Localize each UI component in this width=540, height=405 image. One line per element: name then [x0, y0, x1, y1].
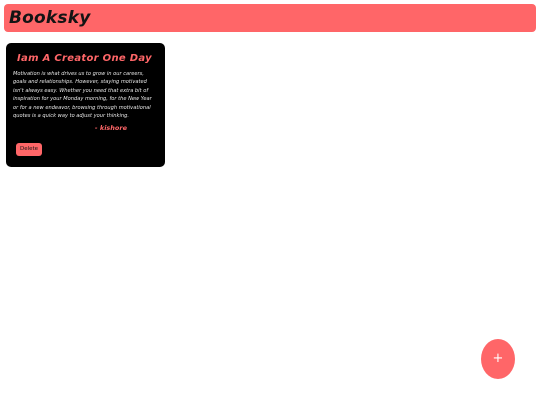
add-note-button[interactable]: +	[481, 339, 515, 379]
app-header: Booksky	[4, 4, 536, 32]
note-body: Motivation is what drives us to grow in …	[13, 71, 152, 120]
app-title: Booksky	[9, 8, 91, 28]
note-card: Iam A Creator One Day Motivation is what…	[6, 43, 165, 167]
delete-button[interactable]: Delete	[16, 143, 43, 156]
note-author: - kishore	[94, 124, 127, 133]
app-root: Booksky Iam A Creator One Day Motivation…	[0, 0, 540, 405]
note-title: Iam A Creator One Day	[17, 53, 152, 64]
